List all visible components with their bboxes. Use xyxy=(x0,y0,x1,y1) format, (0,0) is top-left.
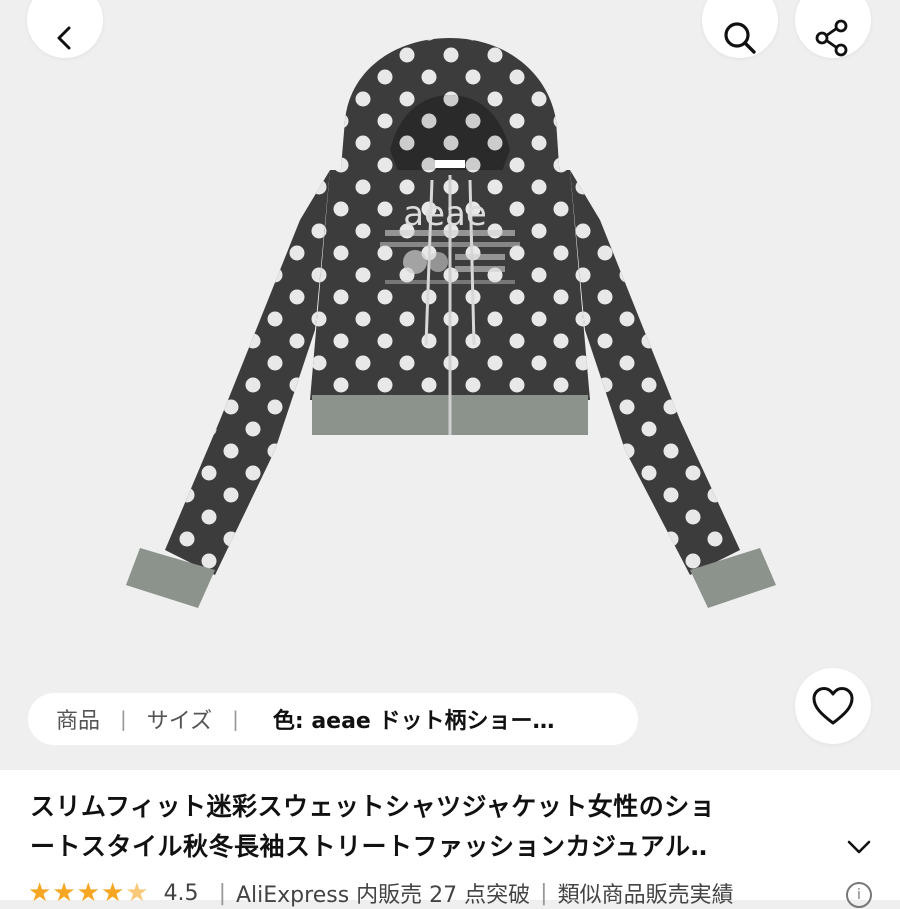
tab-color[interactable]: 色: aeae ドット柄ショー… xyxy=(273,703,555,735)
image-tabs: 商品 | サイズ | 色: aeae ドット柄ショー… xyxy=(28,693,638,745)
product-title-line-1: スリムフィット迷彩スウェットシャツジャケット女性のショ xyxy=(30,792,716,821)
star-icon: ★ xyxy=(100,878,125,908)
search-icon xyxy=(724,22,756,54)
print-logo-text: aeae xyxy=(403,194,487,234)
tab-size[interactable]: サイズ xyxy=(147,703,212,735)
product-image[interactable]: aeae xyxy=(0,0,900,770)
divider: | xyxy=(540,880,548,906)
chevron-left-icon xyxy=(57,26,71,50)
product-info: スリムフィット迷彩スウェットシャツジャケット女性のショ ートスタイル秋冬長袖スト… xyxy=(0,770,900,908)
favorite-button[interactable] xyxy=(795,668,871,744)
similar-sales: 類似商品販売実績 xyxy=(557,883,734,908)
rating-row: ★ ★ ★ ★ ★ 4.5 | AliExpress 内販売 27 点突破 | … xyxy=(28,878,878,908)
product-title[interactable]: スリムフィット迷彩スウェットシャツジャケット女性のショ ートスタイル秋冬長袖スト… xyxy=(30,787,840,867)
info-icon[interactable]: i xyxy=(846,882,872,908)
star-icon: ★ xyxy=(52,878,76,908)
expand-title-button[interactable] xyxy=(842,830,876,864)
tab-divider: | xyxy=(232,707,239,731)
tab-divider: | xyxy=(120,707,127,731)
rating-value: 4.5 xyxy=(163,880,199,906)
share-icon xyxy=(815,19,848,57)
star-icon: ★ xyxy=(76,878,100,908)
chevron-down-icon xyxy=(847,840,871,854)
sales-count: AliExpress 内販売 27 点突破 xyxy=(235,883,531,908)
star-half-icon: ★ xyxy=(125,878,149,908)
tab-product[interactable]: 商品 xyxy=(56,703,100,735)
rating-stars: ★ ★ ★ ★ ★ xyxy=(28,880,150,906)
heart-icon xyxy=(812,687,854,725)
product-title-line-2: ートスタイル秋冬長袖ストリートファッションカジュアル‥ xyxy=(30,832,708,861)
star-icon: ★ xyxy=(28,878,52,908)
divider: | xyxy=(218,880,226,906)
product-image-area[interactable]: aeae 商品 | サイズ | 色: aeae ドット柄ショー… xyxy=(0,0,900,770)
